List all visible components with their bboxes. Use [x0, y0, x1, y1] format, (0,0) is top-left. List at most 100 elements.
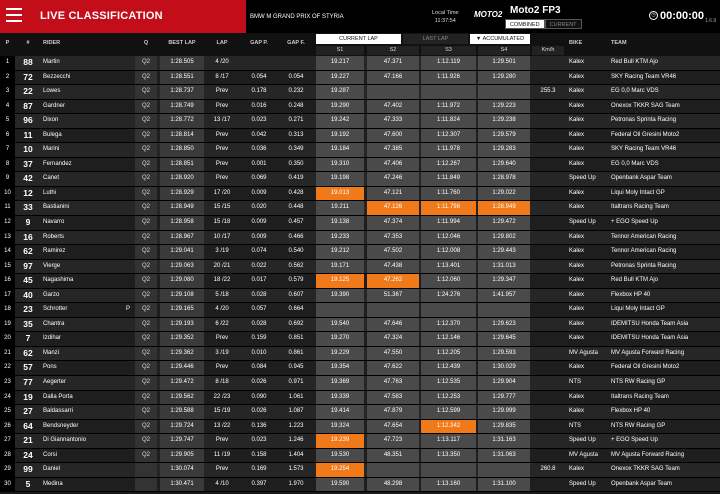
- sector4-cell: 1:29.501: [478, 56, 530, 70]
- accumulated-label: ACCUMULATED: [482, 36, 525, 42]
- table-row[interactable]: 22 57 Pons Q2 1:29.446 Prev 0.084 0.945 19.354 47…: [0, 361, 720, 377]
- sector4-cell: 1:29.999: [478, 405, 530, 419]
- table-row[interactable]: 11 33 Bastianini Q2 1:28.949 15 /15 0.020 0.448…: [0, 201, 720, 217]
- speed-cell: [532, 332, 564, 346]
- table-row[interactable]: 26 64 Bendsneyder Q2 1:29.724 13 /22 0.136 1.22…: [0, 419, 720, 435]
- table-row[interactable]: 27 21 Di Giannantonio Q2 1:29.747 Prev 0.023 1.…: [0, 434, 720, 449]
- table-row[interactable]: 29 99 Daniel 1:30.074 Prev 0.169 1.573 19.254 26…: [0, 463, 720, 478]
- table-row[interactable]: 2 72 Bezzecchi Q2 1:28.551 8 /17 0.054 0.054 19.…: [0, 70, 720, 86]
- sector1-cell: 19.013: [316, 186, 364, 201]
- gap-first-cell: 0.271: [288, 117, 304, 124]
- table-row[interactable]: 1 88 Martin Q2 1:28.505 4 /20 19.217 47.371 1:12…: [0, 56, 720, 71]
- table-row[interactable]: 20 7 Izdihar Q2 1:29.352 Prev 0.159 0.851 19.270…: [0, 332, 720, 347]
- mode-current-button[interactable]: CURRENT: [544, 19, 582, 29]
- speed-cell: [532, 187, 564, 201]
- sector2-cell: 48.298: [367, 477, 419, 492]
- table-row[interactable]: 25 27 Baldassarri Q2 1:29.588 15 /19 0.026 1.08…: [0, 405, 720, 420]
- gap-prev-cell: 0.028: [251, 320, 267, 327]
- table-row[interactable]: 7 10 Marini Q2 1:28.850 Prev 0.036 0.349 19.184 4…: [0, 143, 720, 158]
- rider-number: 11: [23, 129, 33, 140]
- speed-cell: 260.8: [540, 466, 556, 473]
- sector2-cell: 47.646: [367, 317, 419, 332]
- position-cell: 7: [0, 143, 15, 157]
- table-row[interactable]: 15 97 Vierge Q2 1:29.063 20 /21 0.022 0.562 19.1…: [0, 259, 720, 275]
- lap-cell: 15 /18: [213, 219, 231, 226]
- lap-cell: Prev: [215, 175, 229, 182]
- top-header: LIVE CLASSIFICATION BMW M GRAND PRIX OF …: [0, 0, 720, 33]
- table-row[interactable]: 24 19 Dalla Porta Q2 1:29.562 22 /23 0.090 1.06…: [0, 390, 720, 406]
- table-row[interactable]: 30 5 Medina 1:30.471 4 /10 0.397 1.970 19.590 48…: [0, 477, 720, 493]
- table-row[interactable]: 19 35 Chantra Q2 1:29.193 6 /22 0.028 0.692 19.5…: [0, 317, 720, 333]
- col-kmh: Km/h: [532, 46, 564, 55]
- sector2-cell: 47.406: [367, 157, 419, 172]
- speed-cell: [532, 216, 564, 230]
- qualifying-cell: Q2: [135, 390, 157, 405]
- lap-cell: Prev: [215, 88, 229, 95]
- table-row[interactable]: 21 62 Manzi Q2 1:29.362 3 /19 0.010 0.861 19.229…: [0, 346, 720, 362]
- table-row[interactable]: 12 9 Navarro Q2 1:28.958 15 /18 0.009 0.457 19.1…: [0, 216, 720, 231]
- qualifying-cell: Q2: [135, 70, 157, 85]
- best-lap-cell: 1:28.814: [160, 128, 204, 143]
- gap-prev-cell: 0.009: [251, 233, 267, 240]
- table-row[interactable]: 8 37 Fernandez Q2 1:28.851 Prev 0.001 0.350 19.3…: [0, 157, 720, 173]
- table-row[interactable]: 4 87 Gardner Q2 1:28.749 Prev 0.016 0.248 19.290…: [0, 99, 720, 115]
- table-row[interactable]: 18 23 Schrotter Q2 1:29.165 4 /20 0.057 0.664 Ka…: [0, 303, 720, 318]
- qualifying-cell: Q2: [135, 216, 157, 230]
- sector3-cell: 1:12.599: [421, 405, 476, 419]
- last-lap-tab[interactable]: LAST LAP: [403, 34, 468, 44]
- bike-cell: Kalex: [569, 204, 585, 211]
- table-row[interactable]: 6 11 Bulega Q2 1:28.814 Prev 0.042 0.313 19.192 4…: [0, 128, 720, 144]
- gap-prev-cell: 0.084: [251, 364, 267, 371]
- table-row[interactable]: 9 42 Canet Q2 1:28.920 Prev 0.069 0.419 19.198 47…: [0, 172, 720, 187]
- lap-cell: Prev: [215, 335, 229, 342]
- menu-icon[interactable]: [6, 8, 22, 24]
- table-row[interactable]: 10 12 Luthi Q2 1:28.929 17 /20 0.009 0.428 19.01…: [0, 186, 720, 202]
- table-row[interactable]: 17 40 Garzo Q2 1:29.108 5 /18 0.028 0.607 19.390…: [0, 288, 720, 304]
- rider-name: Aegerter: [43, 379, 67, 386]
- current-lap-tab[interactable]: CURRENT LAP: [316, 34, 401, 44]
- table-row[interactable]: 23 77 Aegerter Q2 1:29.472 8 /18 0.026 0.971 19.…: [0, 376, 720, 391]
- mode-combined-button[interactable]: COMBINED: [505, 19, 545, 29]
- gap-prev-cell: 0.023: [251, 437, 267, 444]
- sector4-cell: 1:41.957: [478, 288, 530, 303]
- position-cell: 8: [0, 157, 15, 172]
- bike-cell: Speed Up: [569, 175, 596, 182]
- best-lap-cell: 1:29.905: [160, 448, 204, 463]
- best-lap-cell: 1:28.737: [160, 85, 204, 99]
- gap-prev-cell: 0.042: [251, 131, 267, 138]
- gap-first-cell: 1.404: [288, 451, 304, 458]
- table-row[interactable]: 13 16 Roberts Q2 1:28.967 10 /17 0.009 0.466 19.…: [0, 230, 720, 246]
- sector3-cell: 1:13.350: [421, 448, 476, 463]
- best-lap-cell: 1:29.063: [160, 259, 204, 274]
- table-row[interactable]: 28 24 Corsi Q2 1:29.905 11 /19 0.158 1.404 19.53…: [0, 448, 720, 464]
- sector1-cell: 19.270: [316, 332, 364, 346]
- table-row[interactable]: 16 45 Nagashima Q2 1:29.080 18 /22 0.017 0.579 1…: [0, 274, 720, 289]
- table-row[interactable]: 5 96 Dixon Q2 1:28.772 13 /17 0.023 0.271 19.242…: [0, 114, 720, 129]
- speed-cell: [532, 434, 564, 448]
- gap-first-cell: 0.945: [288, 364, 304, 371]
- accumulated-dropdown[interactable]: ▼ ACCUMULATED: [470, 34, 530, 44]
- gap-prev-cell: 0.001: [251, 160, 267, 167]
- speed-cell: [532, 449, 564, 463]
- bike-cell: Kalex: [569, 189, 585, 196]
- qualifying-cell: Q2: [135, 346, 157, 361]
- speed-cell: [532, 260, 564, 274]
- lap-cell: 4 /20: [215, 59, 229, 65]
- gap-prev-cell: 0.017: [251, 277, 267, 284]
- sector1-cell: 19.212: [316, 245, 364, 259]
- gap-first-cell: 1.061: [288, 393, 304, 400]
- col-gap-p: GAP P.: [250, 40, 268, 46]
- sector4-cell: 1:29.640: [478, 157, 530, 172]
- speed-cell: [532, 158, 564, 172]
- rider-number: 33: [23, 202, 33, 213]
- table-row[interactable]: 14 62 Ramirez Q2 1:29.041 3 /19 0.074 0.540 19.2…: [0, 245, 720, 260]
- rider-number: 27: [23, 406, 33, 417]
- gap-first-cell: 0.419: [288, 175, 304, 182]
- team-cell: EG 0,0 Marc VDS: [611, 160, 659, 167]
- lap-cell: 11 /19: [213, 451, 231, 458]
- bike-cell: Kalex: [569, 146, 585, 153]
- table-row[interactable]: 3 22 Lowes Q2 1:28.737 Prev 0.178 0.232 19.287 25…: [0, 85, 720, 100]
- rider-name: Bezzecchi: [43, 73, 71, 80]
- sector1-cell: 19.369: [316, 376, 364, 390]
- best-lap-cell: 1:29.362: [160, 346, 204, 361]
